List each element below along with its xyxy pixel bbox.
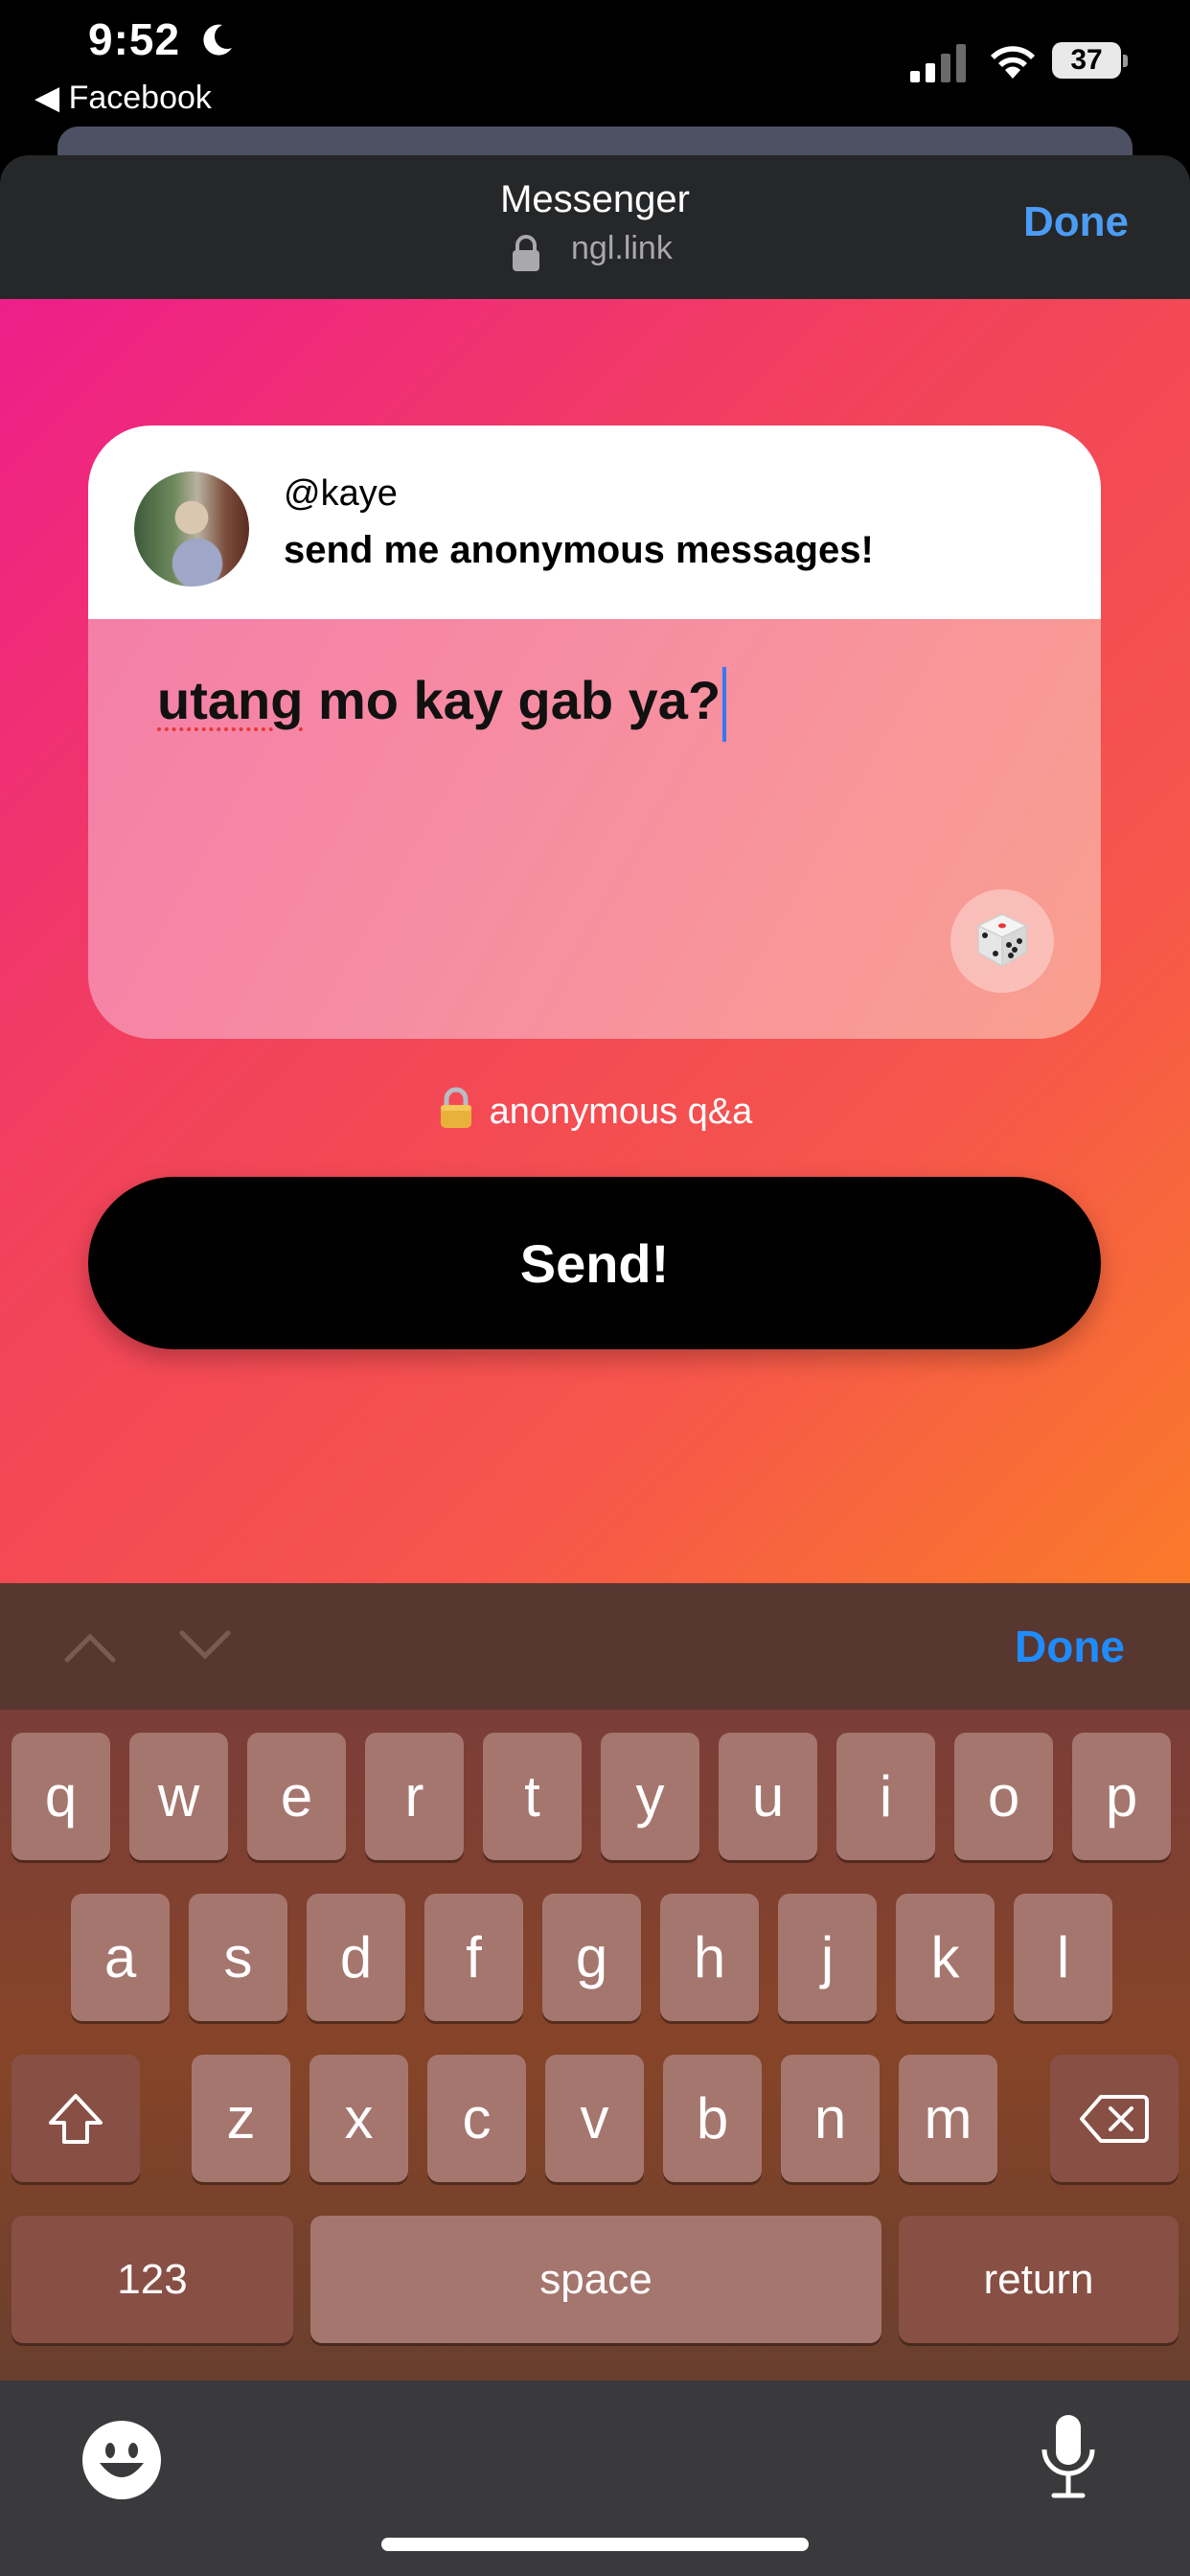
lock-icon — [440, 1087, 471, 1128]
random-question-button[interactable] — [950, 889, 1054, 993]
battery-level: 37 — [1070, 44, 1103, 76]
key-b[interactable]: b — [663, 2055, 762, 2182]
key-t[interactable]: t — [483, 1733, 582, 1860]
done-button[interactable]: Done — [1018, 197, 1134, 247]
key-e[interactable]: e — [247, 1733, 346, 1860]
key-i[interactable]: i — [836, 1733, 935, 1860]
key-w[interactable]: w — [129, 1733, 228, 1860]
shift-key[interactable] — [11, 2055, 140, 2182]
emoji-icon — [83, 2422, 160, 2498]
key-j[interactable]: j — [778, 1894, 877, 2021]
message-input[interactable]: utang mo kay gab ya? — [88, 619, 1101, 1039]
key-f[interactable]: f — [424, 1894, 523, 2021]
key-p[interactable]: p — [1072, 1733, 1171, 1860]
return-key[interactable]: return — [899, 2216, 1179, 2343]
anonymous-label-row: anonymous q&a — [0, 1087, 1190, 1133]
key-v[interactable]: v — [545, 2055, 644, 2182]
battery-icon: 37 — [1052, 42, 1129, 80]
key-z[interactable]: z — [192, 2055, 290, 2182]
send-button[interactable]: Send! — [88, 1177, 1101, 1349]
key-a[interactable]: a — [71, 1894, 170, 2021]
message-rest: mo kay gab ya? — [303, 669, 721, 730]
misspelled-word[interactable]: utang — [157, 670, 303, 730]
emoji-button[interactable] — [82, 2421, 161, 2499]
card-header: @kaye send me anonymous messages! — [88, 426, 1101, 619]
browser-sheet-header: Messenger ngl.link Done — [0, 155, 1190, 299]
sheet-title: Messenger — [500, 178, 690, 220]
status-time: 9:52 — [88, 14, 181, 64]
home-indicator — [381, 2538, 809, 2551]
numbers-key[interactable]: 123 — [11, 2216, 293, 2343]
key-r[interactable]: r — [365, 1733, 464, 1860]
message-card: @kaye send me anonymous messages! utang … — [88, 426, 1101, 1039]
key-u[interactable]: u — [719, 1733, 817, 1860]
prompt-text: send me anonymous messages! — [284, 529, 874, 571]
wifi-icon — [991, 46, 1035, 79]
key-k[interactable]: k — [896, 1894, 995, 2021]
key-h[interactable]: h — [660, 1894, 759, 2021]
key-g[interactable]: g — [542, 1894, 641, 2021]
key-x[interactable]: x — [309, 2055, 408, 2182]
key-s[interactable]: s — [189, 1894, 287, 2021]
dice-icon — [976, 912, 1028, 967]
key-y[interactable]: y — [601, 1733, 699, 1860]
chevron-down-icon[interactable] — [176, 1627, 234, 1666]
username: @kaye — [284, 473, 398, 514]
key-q[interactable]: q — [11, 1733, 110, 1860]
key-c[interactable]: c — [427, 2055, 526, 2182]
key-l[interactable]: l — [1014, 1894, 1112, 2021]
shift-icon — [49, 2093, 103, 2144]
anonymous-label: anonymous q&a — [489, 1092, 753, 1132]
sheet-url: ngl.link — [571, 230, 673, 266]
delete-icon — [1080, 2094, 1149, 2143]
text-caret — [722, 667, 727, 742]
lock-icon — [513, 235, 539, 271]
avatar — [134, 472, 249, 586]
key-n[interactable]: n — [781, 2055, 880, 2182]
chevron-up-icon[interactable] — [61, 1627, 119, 1666]
key-d[interactable]: d — [307, 1894, 405, 2021]
microphone-icon — [1041, 2415, 1095, 2498]
keyboard-done-button[interactable]: Done — [1009, 1620, 1131, 1673]
moon-icon — [203, 24, 232, 56]
delete-key[interactable] — [1050, 2055, 1179, 2182]
back-to-facebook-link[interactable]: ◀ Facebook — [34, 79, 212, 117]
signal-icon — [910, 44, 966, 82]
space-key[interactable]: space — [310, 2216, 881, 2343]
microphone-button[interactable] — [1035, 2411, 1102, 2503]
message-text[interactable]: utang mo kay gab ya? — [157, 667, 727, 742]
key-m[interactable]: m — [899, 2055, 997, 2182]
key-o[interactable]: o — [954, 1733, 1053, 1860]
